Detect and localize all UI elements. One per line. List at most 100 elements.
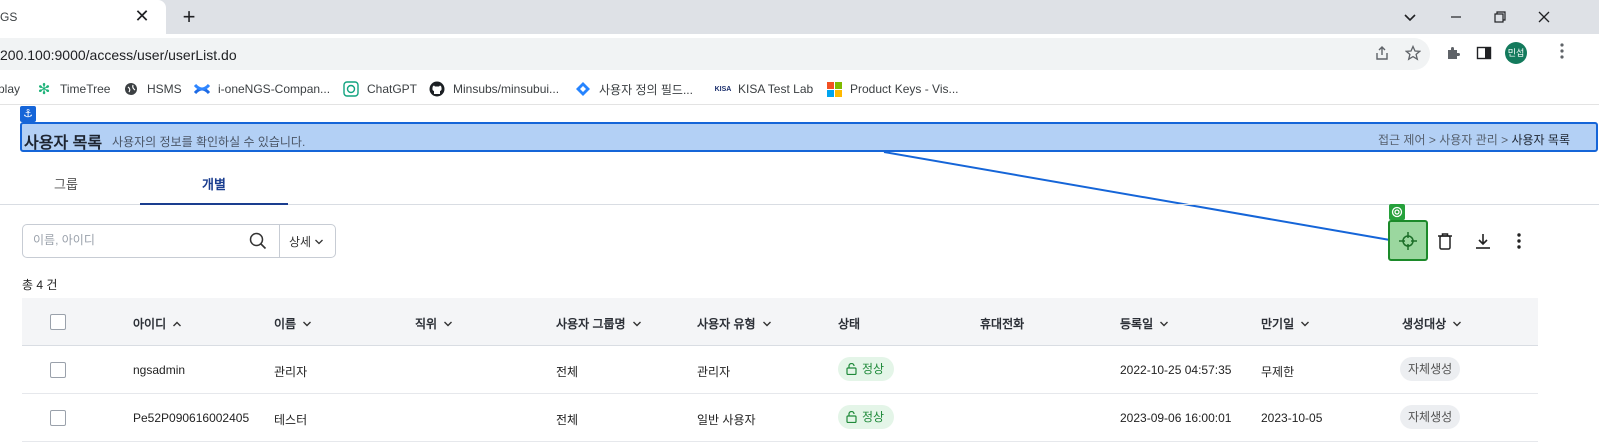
column-label: 이름 [274, 317, 297, 331]
bookmark-star-icon[interactable] [1403, 43, 1423, 63]
unlock-icon [846, 363, 857, 375]
cell-type: 관리자 [697, 365, 731, 379]
bookmark-label: 사용자 정의 필드... [599, 82, 693, 97]
cell-id[interactable]: Pe52P090616002405 [133, 411, 249, 425]
cell-id[interactable]: ngsadmin [133, 363, 185, 377]
bookmark-jira[interactable]: 사용자 정의 필드... [575, 80, 693, 98]
bookmark-label: Product Keys - Vis... [850, 82, 959, 96]
cell-expires: 무제한 [1261, 365, 1295, 379]
tab-search-icon[interactable] [1397, 4, 1423, 30]
cell-expires: 2023-10-05 [1261, 411, 1323, 425]
side-panel-icon[interactable] [1474, 43, 1494, 63]
cell-name: 관리자 [274, 365, 308, 379]
bookmark-label: i-oneNGS-Compan... [218, 82, 331, 96]
bookmark-github[interactable]: Minsubs/minsubui... [429, 80, 559, 98]
user-table: 아이디 이름 직위 사용자 그룹명 사용자 유형 상태 휴대전화 등록일 만기일… [22, 298, 1538, 442]
column-label: 만기일 [1261, 317, 1295, 331]
page-content: ⚓ 사용자 목록 사용자의 정보를 확인하실 수 있습니다. 접근 제어 > 사… [0, 106, 1599, 442]
bookmark-product-keys[interactable]: Product Keys - Vis... [826, 80, 959, 98]
bookmark-kisa[interactable]: KISA KISA Test Lab [713, 80, 814, 98]
origin-badge: 자체생성 [1400, 405, 1461, 429]
bookmark-label: Minsubs/minsubui... [453, 82, 560, 96]
bookmark-chatgpt[interactable]: ChatGPT [343, 80, 417, 98]
table-row[interactable]: ngsadmin 관리자 전체 관리자 정상 2022-10-25 04:57:… [22, 346, 1538, 394]
column-header-position[interactable]: 직위 [415, 315, 453, 332]
cell-name: 테스터 [274, 413, 308, 427]
row-checkbox[interactable] [50, 362, 66, 378]
cell-registered: 2023-09-06 16:00:01 [1120, 411, 1232, 425]
browser-toolbar: 200.100:9000/access/user/userList.do 민섭 [0, 34, 1599, 72]
chevron-down-icon [444, 321, 453, 326]
extensions-icon[interactable] [1443, 43, 1463, 63]
table-row[interactable]: Pe52P090616002405 테스터 전체 일반 사용자 정상 2023-… [22, 394, 1538, 442]
timetree-icon: ✻ [37, 81, 51, 98]
row-checkbox[interactable] [50, 410, 66, 426]
search-icon[interactable] [249, 232, 267, 255]
url-text[interactable]: 200.100:9000/access/user/userList.do [0, 47, 237, 63]
total-count: 총 4 건 [22, 278, 58, 292]
column-label: 직위 [415, 317, 438, 331]
browser-menu-icon[interactable] [1560, 43, 1564, 64]
column-label: 휴대전화 [980, 317, 1025, 331]
status-badge: 정상 [838, 357, 895, 381]
breadcrumb: 접근 제어 > 사용자 관리 > 사용자 목록 [1378, 131, 1570, 148]
browser-tab[interactable]: GS ✕ [0, 0, 166, 34]
close-window-icon[interactable] [1531, 4, 1557, 30]
bookmark-hsms[interactable]: HSMS [123, 80, 182, 98]
cell-group: 전체 [556, 365, 579, 379]
new-tab-icon[interactable]: + [176, 4, 202, 30]
column-header-origin[interactable]: 생성대상 [1402, 315, 1462, 332]
chatgpt-icon [343, 81, 359, 97]
breadcrumb-item[interactable]: 사용자 관리 [1439, 133, 1498, 147]
trash-icon[interactable] [1434, 230, 1456, 252]
status-label: 정상 [862, 362, 885, 376]
more-options-icon[interactable] [1508, 230, 1530, 252]
detail-search-button[interactable]: 상세 [289, 233, 324, 250]
detail-search-label: 상세 [289, 235, 312, 249]
close-tab-icon[interactable]: ✕ [131, 5, 153, 27]
column-header-expires[interactable]: 만기일 [1261, 315, 1310, 332]
tab-group[interactable]: 그룹 [0, 170, 140, 205]
column-label: 사용자 유형 [697, 317, 756, 331]
bookmark-play[interactable]: play [0, 80, 20, 98]
add-user-button[interactable] [1388, 220, 1428, 261]
share-icon[interactable] [1372, 43, 1392, 63]
bookmark-timetree[interactable]: ✻ TimeTree [36, 80, 111, 98]
column-header-group[interactable]: 사용자 그룹명 [556, 315, 642, 332]
unlock-icon [846, 411, 857, 423]
column-header-name[interactable]: 이름 [274, 315, 312, 332]
column-header-registered[interactable]: 등록일 [1120, 315, 1169, 332]
column-label: 등록일 [1120, 317, 1154, 331]
table-header: 아이디 이름 직위 사용자 그룹명 사용자 유형 상태 휴대전화 등록일 만기일… [22, 298, 1538, 346]
globe-icon [123, 81, 139, 97]
bookmarks-bar: play ✻ TimeTree HSMS i-oneNGS-Compan... … [0, 72, 1599, 105]
minimize-icon[interactable] [1443, 4, 1469, 30]
breadcrumb-item[interactable]: 접근 제어 [1378, 133, 1426, 147]
select-all-checkbox[interactable] [50, 314, 66, 330]
column-header-id[interactable]: 아이디 [133, 315, 182, 332]
bookmark-confluence[interactable]: i-oneNGS-Compan... [194, 80, 330, 98]
bookmark-label: ChatGPT [367, 82, 418, 96]
cell-group: 전체 [556, 413, 579, 427]
profile-avatar[interactable]: 민섭 [1505, 42, 1527, 64]
page-subtitle: 사용자의 정보를 확인하실 수 있습니다. [112, 135, 306, 149]
download-icon[interactable] [1472, 230, 1494, 252]
breadcrumb-separator: > [1501, 133, 1509, 147]
tab-individual[interactable]: 개별 [140, 170, 288, 205]
page-header: 사용자 목록 사용자의 정보를 확인하실 수 있습니다. 접근 제어 > 사용자… [20, 122, 1598, 152]
search-box: 상세 [22, 224, 336, 258]
restore-icon[interactable] [1487, 4, 1513, 30]
kisa-icon: KISA [714, 85, 732, 93]
chevron-down-icon [303, 321, 312, 326]
breadcrumb-separator: > [1428, 133, 1436, 147]
chevron-down-icon [762, 321, 771, 326]
chevron-down-icon [1453, 321, 1462, 326]
divider [279, 225, 280, 257]
view-tabs: 그룹 개별 [0, 170, 1599, 205]
column-header-type[interactable]: 사용자 유형 [697, 315, 772, 332]
column-label: 사용자 그룹명 [556, 317, 626, 331]
column-label: 아이디 [133, 317, 167, 331]
address-bar[interactable]: 200.100:9000/access/user/userList.do [0, 38, 1430, 70]
search-input[interactable] [33, 233, 253, 247]
target-marker-icon [1389, 204, 1405, 220]
